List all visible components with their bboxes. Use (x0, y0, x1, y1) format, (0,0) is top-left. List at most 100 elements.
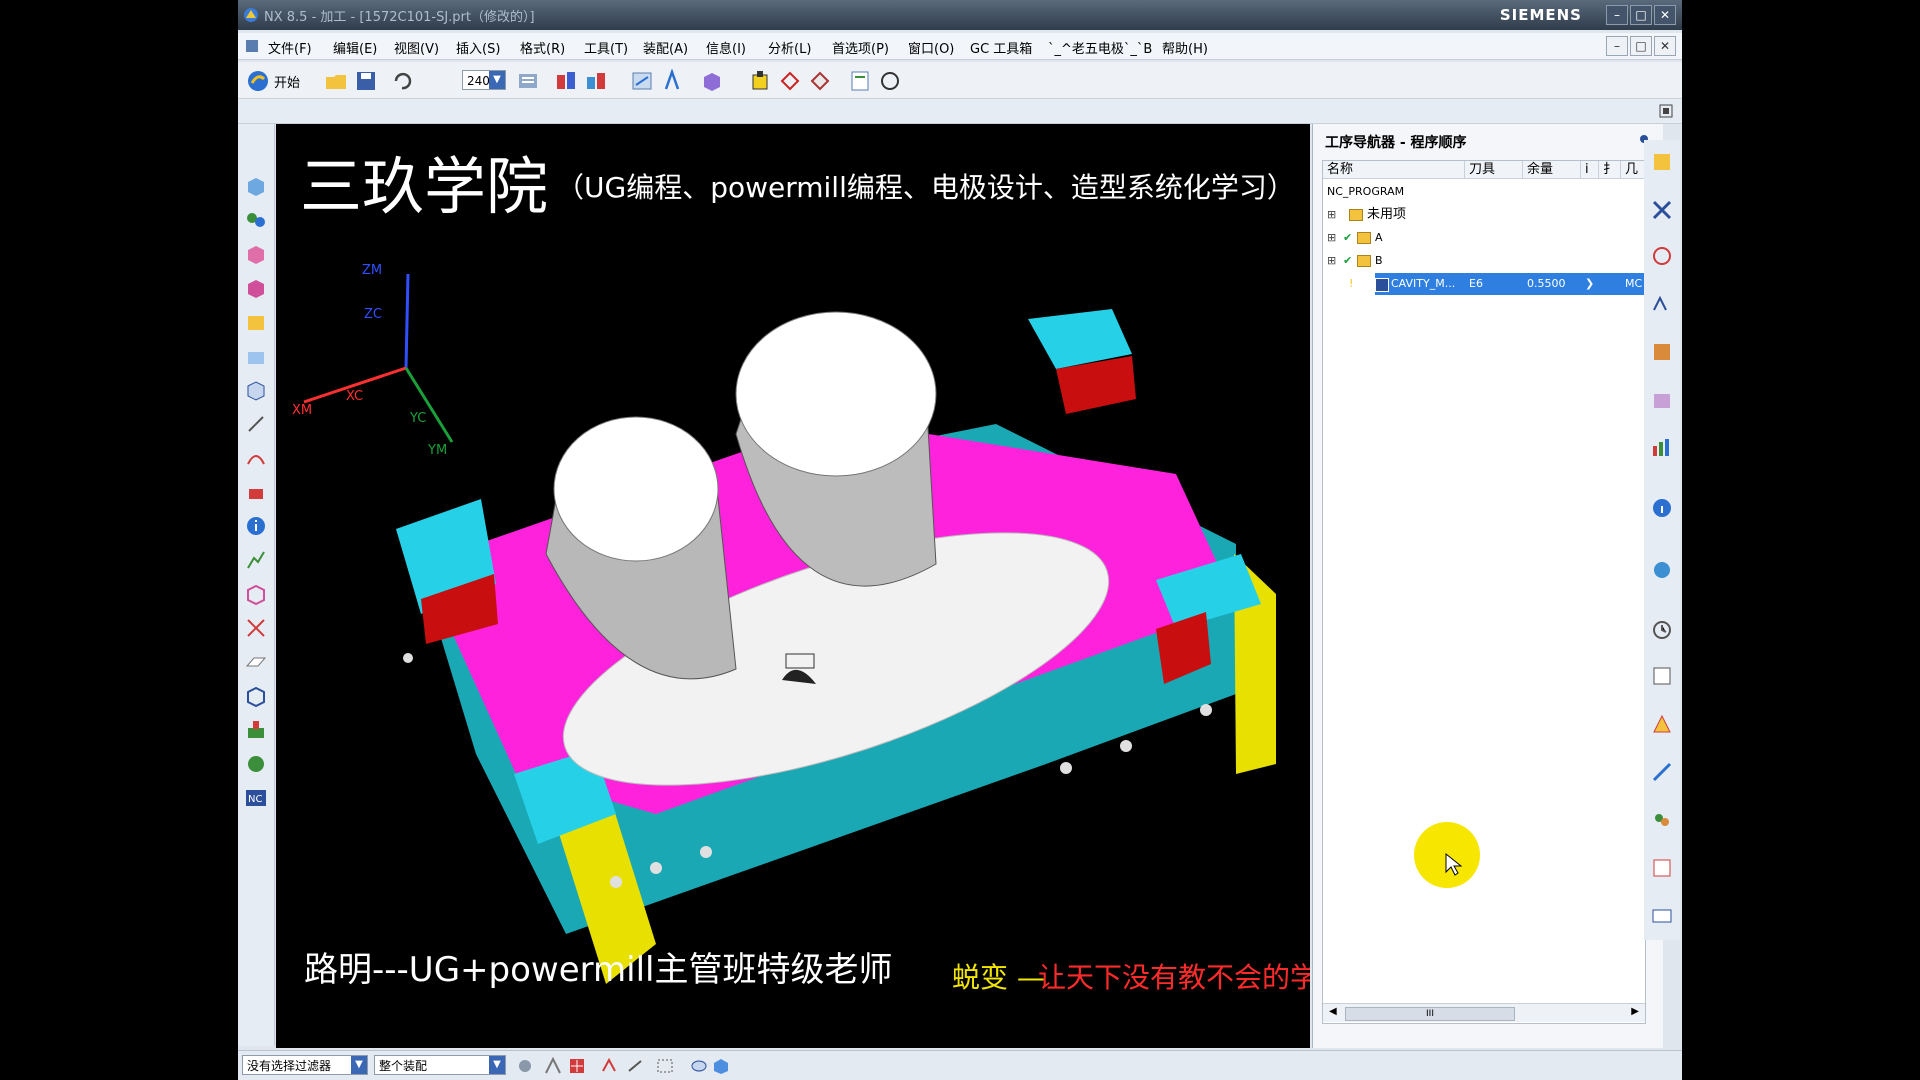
assembly-components-icon[interactable] (584, 69, 608, 93)
expand-icon[interactable]: ⊞ (1327, 204, 1336, 226)
visual-effects-icon[interactable] (1650, 712, 1674, 736)
menu-tools[interactable]: 工具(T) (584, 38, 628, 57)
roles-view-icon[interactable] (1650, 808, 1674, 832)
menu-preferences[interactable]: 首选项(P) (832, 38, 889, 57)
machine-tool-icon[interactable] (244, 718, 268, 742)
system-materials-icon[interactable] (1650, 664, 1674, 688)
geometry-view-icon[interactable] (1650, 244, 1674, 268)
extrude-icon[interactable] (244, 480, 268, 504)
navigator-grid[interactable]: 名称 刀具 余量 i 扌 几 NC_PROGRAM ⊞ 未用项 ⊞ ✔ A ⊞ (1322, 160, 1646, 1024)
menu-window[interactable]: 窗口(O) (908, 38, 954, 57)
generate-toolpath-icon[interactable] (748, 69, 772, 93)
scroll-thumb[interactable]: III (1345, 1007, 1515, 1021)
info-icon[interactable] (244, 514, 268, 538)
operation-navigator-icon[interactable] (1650, 150, 1674, 174)
layer-settings-icon[interactable] (516, 69, 540, 93)
graphics-window[interactable]: 三玖学院 （UG编程、powermill编程、电极设计、造型系统化学习） ZM … (276, 124, 1310, 1048)
menu-laowu-electrode[interactable]: `_^老五电极`_`B (1048, 38, 1152, 57)
tree-row-cavity[interactable]: ! CAVITY_M... E6 0.5500 ❯ MC (1323, 273, 1645, 295)
mold-model[interactable]: ZM ZC XM XC YC YM (276, 124, 1310, 1048)
select-cross-icon[interactable] (568, 1057, 586, 1075)
menu-insert[interactable]: 插入(S) (456, 38, 500, 57)
col-geometry[interactable]: 几 (1621, 161, 1645, 179)
menu-edit[interactable]: 编辑(E) (333, 38, 377, 57)
col-name[interactable]: 名称 (1323, 161, 1465, 179)
annotation-icon[interactable] (660, 69, 684, 93)
block-icon[interactable] (244, 344, 268, 368)
roles-icon[interactable] (244, 752, 268, 776)
tree-row-a[interactable]: ⊞ ✔ A (1323, 227, 1645, 249)
curve-icon[interactable] (244, 446, 268, 470)
cube-icon[interactable] (244, 378, 268, 402)
assembly-icon[interactable] (554, 69, 578, 93)
sketch-icon[interactable] (244, 412, 268, 436)
col-path[interactable]: 扌 (1599, 161, 1621, 179)
menu-help[interactable]: 帮助(H) (1162, 38, 1208, 57)
rectangle-select-icon[interactable] (656, 1057, 674, 1075)
close-button[interactable]: ✕ (1654, 5, 1676, 25)
col-i[interactable]: i (1581, 161, 1599, 179)
info-window-icon[interactable] (1650, 496, 1674, 520)
toolbar-options-icon[interactable] (1658, 103, 1674, 119)
col-tool[interactable]: 刀具 (1465, 161, 1523, 179)
plane-icon[interactable] (244, 650, 268, 674)
tool-path-icon[interactable] (244, 548, 268, 572)
doc-restore-button[interactable]: □ (1630, 36, 1652, 56)
tree-row-nc-program[interactable]: NC_PROGRAM (1323, 181, 1645, 203)
horizontal-scrollbar[interactable]: ◀ III ▶ (1323, 1003, 1645, 1022)
shaded-cube-icon[interactable] (712, 1057, 730, 1075)
feature-icon[interactable] (244, 242, 268, 266)
orient-view-icon[interactable] (878, 69, 902, 93)
palette-settings-icon[interactable] (1650, 904, 1674, 928)
minimize-button[interactable]: – (1606, 5, 1628, 25)
part-history-icon[interactable] (1650, 340, 1674, 364)
snap-settings-icon[interactable] (516, 1057, 534, 1075)
system-scenes-icon[interactable] (1650, 856, 1674, 880)
tree-row-unused[interactable]: ⊞ 未用项 (1323, 204, 1645, 226)
color-palette-icon[interactable] (1650, 436, 1674, 460)
snap-point-icon[interactable] (544, 1057, 562, 1075)
postprocess-icon[interactable] (808, 69, 832, 93)
menu-analysis[interactable]: 分析(L) (768, 38, 811, 57)
selection-scope-combo[interactable]: 整个装配 ▼ (374, 1055, 506, 1075)
start-label[interactable]: 开始 (274, 72, 300, 91)
mill-geometry-icon[interactable] (244, 582, 268, 606)
menu-gc-toolbox[interactable]: GC 工具箱 (970, 38, 1032, 57)
save-icon[interactable] (354, 69, 378, 93)
doc-minimize-button[interactable]: – (1606, 36, 1628, 56)
part-navigator-icon[interactable] (244, 174, 268, 198)
doc-close-button[interactable]: ✕ (1654, 36, 1676, 56)
expand-icon[interactable]: ⊞ (1327, 250, 1336, 272)
menu-format[interactable]: 格式(R) (520, 38, 565, 57)
workpiece-icon[interactable] (700, 69, 724, 93)
select-face-icon[interactable] (600, 1057, 618, 1075)
open-folder-icon[interactable] (324, 69, 348, 93)
maximize-button[interactable]: □ (1630, 5, 1652, 25)
reuse-library-icon[interactable] (1650, 388, 1674, 412)
verify-toolpath-icon[interactable] (778, 69, 802, 93)
method-view-icon[interactable] (1650, 292, 1674, 316)
section-view-icon[interactable] (244, 616, 268, 640)
nc-icon[interactable]: NC (244, 786, 268, 810)
scroll-right-icon[interactable]: ▶ (1631, 1006, 1639, 1017)
assembly-navigator-icon[interactable] (244, 208, 268, 232)
menu-view[interactable]: 视图(V) (394, 38, 439, 57)
feature-2-icon[interactable] (244, 276, 268, 300)
expand-icon[interactable]: ⊞ (1327, 227, 1336, 249)
select-edge-icon[interactable] (626, 1057, 644, 1075)
menu-info[interactable]: 信息(I) (706, 38, 746, 57)
zoom-combo[interactable]: 240 ▼ (462, 70, 506, 90)
scroll-left-icon[interactable]: ◀ (1329, 1006, 1337, 1017)
measure-icon[interactable] (630, 69, 654, 93)
show-hide-icon[interactable] (690, 1057, 708, 1075)
web-browser-icon[interactable] (1650, 558, 1674, 582)
menu-file[interactable]: 文件(F) (268, 38, 312, 57)
menu-assembly[interactable]: 装配(A) (643, 38, 688, 57)
selection-filter-combo[interactable]: 没有选择过滤器 ▼ (242, 1055, 368, 1075)
col-stock[interactable]: 余量 (1523, 161, 1581, 179)
box-icon[interactable] (244, 310, 268, 334)
process-studio-icon[interactable] (1650, 760, 1674, 784)
tree-row-b[interactable]: ⊞ ✔ B (1323, 250, 1645, 272)
start-icon[interactable] (246, 69, 270, 93)
undo-icon[interactable] (390, 69, 414, 93)
